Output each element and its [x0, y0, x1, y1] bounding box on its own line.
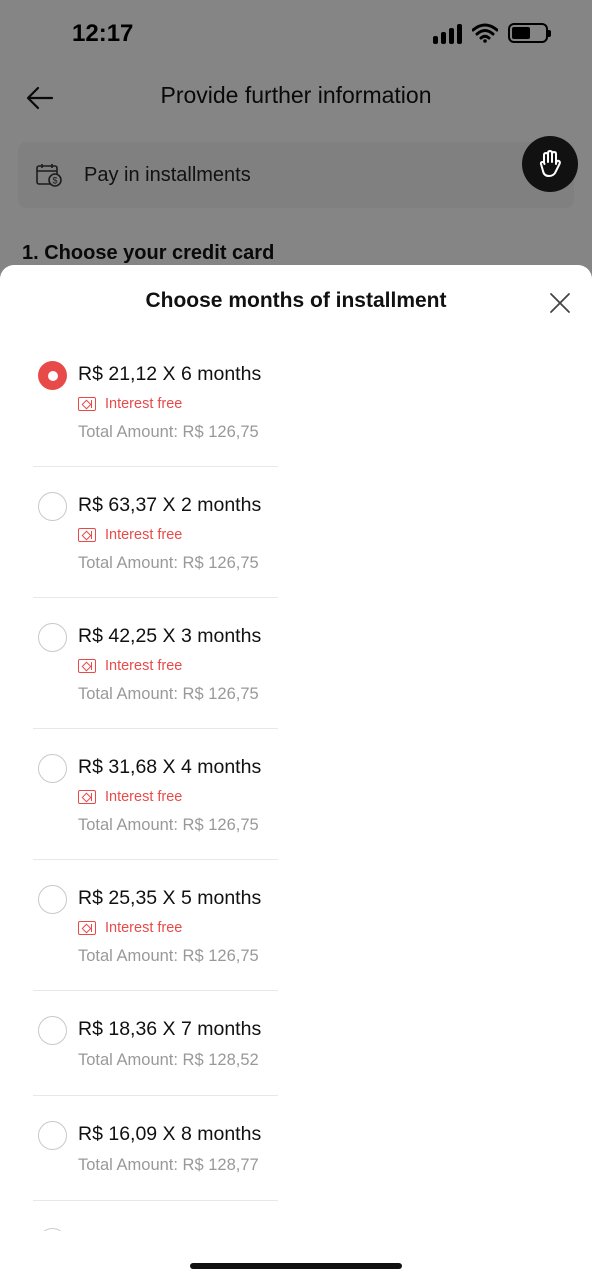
coupon-icon [78, 921, 96, 935]
hand-icon [539, 150, 561, 177]
installment-option[interactable]: R$ 16,09 X 8 months Total Amount: R$ 128… [0, 1103, 592, 1208]
radio-unselected[interactable] [38, 492, 67, 521]
interest-free-label: Interest free [105, 920, 183, 936]
radio-unselected[interactable] [38, 885, 67, 914]
interest-free-label: Interest free [105, 789, 183, 805]
installment-amount: R$ 16,09 X 8 months [78, 1123, 262, 1145]
coupon-icon [78, 790, 96, 804]
installment-amount: R$ 21,12 X 6 months [78, 363, 262, 385]
close-icon[interactable] [548, 291, 572, 315]
interest-free-label: Interest free [105, 658, 183, 674]
interest-free-tag: Interest free [78, 527, 182, 543]
radio-unselected[interactable] [38, 1016, 67, 1045]
installment-option[interactable]: R$ 21,12 X 6 months Interest free Total … [0, 343, 592, 474]
total-amount: Total Amount: R$ 128,77 [78, 1156, 259, 1174]
total-amount: Total Amount: R$ 126,75 [78, 947, 259, 965]
coupon-icon [78, 397, 96, 411]
radio-unselected[interactable] [38, 1121, 67, 1150]
divider [33, 1200, 278, 1201]
divider [33, 466, 278, 467]
installment-option[interactable]: R$ 18,36 X 7 months Total Amount: R$ 128… [0, 998, 592, 1103]
help-floating-button[interactable] [522, 136, 578, 192]
installment-options-list[interactable]: R$ 21,12 X 6 months Interest free Total … [0, 343, 592, 1231]
interest-free-tag: Interest free [78, 920, 182, 936]
installment-amount: R$ 31,68 X 4 months [78, 756, 262, 778]
sheet-title: Choose months of installment [145, 289, 447, 312]
radio-unselected[interactable] [38, 1228, 67, 1231]
installment-amount: R$ 42,25 X 3 months [78, 625, 262, 647]
total-amount: Total Amount: R$ 126,75 [78, 685, 259, 703]
coupon-icon [78, 659, 96, 673]
radio-selected[interactable] [38, 361, 67, 390]
interest-free-tag: Interest free [78, 658, 182, 674]
installment-amount: R$ 25,35 X 5 months [78, 887, 262, 909]
interest-free-tag: Interest free [78, 396, 182, 412]
radio-unselected[interactable] [38, 623, 67, 652]
installment-option[interactable]: R$ 42,25 X 3 months Interest free Total … [0, 605, 592, 736]
total-amount: Total Amount: R$ 126,75 [78, 816, 259, 834]
installment-option[interactable]: R$ 31,68 X 4 months Interest free Total … [0, 736, 592, 867]
installment-amount: R$ 63,37 X 2 months [78, 494, 262, 516]
divider [33, 597, 278, 598]
divider [33, 1095, 278, 1096]
installment-sheet: Choose months of installment R$ 21,12 X … [0, 265, 592, 1280]
radio-unselected[interactable] [38, 754, 67, 783]
total-amount: Total Amount: R$ 128,52 [78, 1051, 259, 1069]
divider [33, 728, 278, 729]
divider [33, 859, 278, 860]
interest-free-label: Interest free [105, 396, 183, 412]
home-indicator [190, 1263, 402, 1269]
interest-free-label: Interest free [105, 527, 183, 543]
divider [33, 990, 278, 991]
coupon-icon [78, 528, 96, 542]
installment-amount: R$ 18,36 X 7 months [78, 1018, 262, 1040]
installment-option[interactable] [0, 1208, 592, 1231]
total-amount: Total Amount: R$ 126,75 [78, 423, 259, 441]
interest-free-tag: Interest free [78, 789, 182, 805]
installment-option[interactable]: R$ 63,37 X 2 months Interest free Total … [0, 474, 592, 605]
total-amount: Total Amount: R$ 126,75 [78, 554, 259, 572]
installment-option[interactable]: R$ 25,35 X 5 months Interest free Total … [0, 867, 592, 998]
